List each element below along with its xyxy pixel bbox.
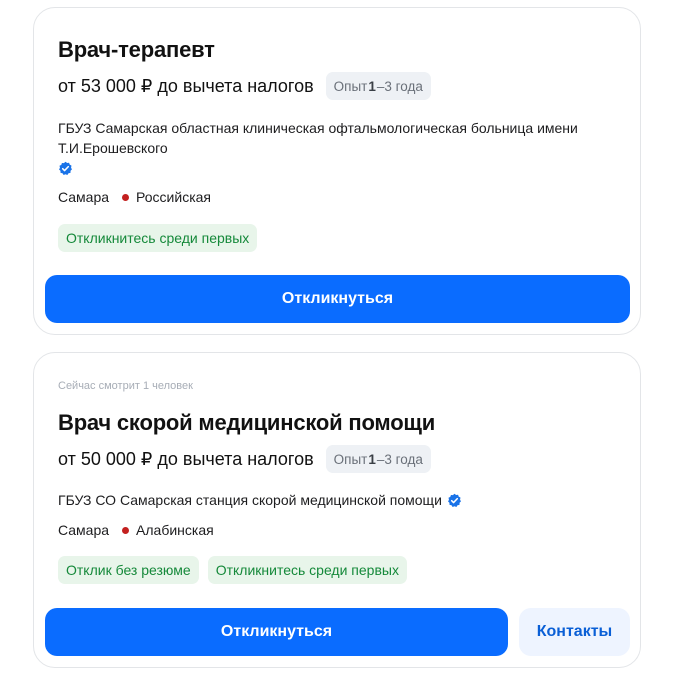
experience-suffix: –3 года bbox=[376, 78, 423, 94]
experience-value: 1 bbox=[368, 451, 376, 467]
vacancy-card[interactable]: Сейчас смотрит 1 человек Врач скорой мед… bbox=[33, 352, 641, 668]
salary: от 53 000 ₽ до вычета налогов bbox=[58, 75, 314, 96]
verified-badge bbox=[58, 160, 73, 178]
vacancy-card[interactable]: Врач-терапевт от 53 000 ₽ до вычета нало… bbox=[33, 7, 641, 335]
tag-no-resume: Отклик без резюме bbox=[58, 556, 199, 584]
salary: от 50 000 ₽ до вычета налогов bbox=[58, 448, 314, 469]
tags: Отклик без резюме Откликнитесь среди пер… bbox=[58, 556, 407, 584]
company-name[interactable]: ГБУЗ СО Самарская станция скорой медицин… bbox=[58, 490, 442, 510]
company-row: ГБУЗ СО Самарская станция скорой медицин… bbox=[58, 490, 462, 510]
metro-station: Алабинская bbox=[136, 522, 214, 538]
location: Самара Алабинская bbox=[58, 522, 214, 538]
location: Самара Российская bbox=[58, 189, 211, 205]
vacancy-title[interactable]: Врач скорой медицинской помощи bbox=[58, 410, 435, 436]
verified-check-icon bbox=[447, 493, 461, 507]
city: Самара bbox=[58, 522, 110, 538]
tags: Откликнитесь среди первых bbox=[58, 224, 258, 252]
respond-button[interactable]: Откликнуться bbox=[45, 275, 630, 323]
city: Самара bbox=[58, 189, 110, 205]
experience-suffix: –3 года bbox=[376, 451, 423, 467]
metro-line-icon bbox=[122, 526, 130, 534]
metro-line-icon bbox=[122, 193, 130, 201]
experience-value: 1 bbox=[368, 78, 376, 94]
experience-badge: Опыт 1 –3 года bbox=[325, 445, 431, 473]
salary-row: от 50 000 ₽ до вычета налогов Опыт 1 –3 г… bbox=[58, 445, 431, 473]
contacts-button[interactable]: Контакты bbox=[519, 608, 630, 656]
metro-station: Российская bbox=[136, 189, 211, 205]
verified-check-icon bbox=[59, 162, 72, 176]
tag-respond-first: Откликнитесь среди первых bbox=[207, 556, 407, 584]
salary-row: от 53 000 ₽ до вычета налогов Опыт 1 –3 г… bbox=[58, 72, 431, 100]
respond-button[interactable]: Откликнуться bbox=[45, 608, 508, 656]
experience-prefix: Опыт bbox=[333, 451, 368, 467]
viewers-count: Сейчас смотрит 1 человек bbox=[58, 380, 193, 392]
vacancy-title[interactable]: Врач-терапевт bbox=[58, 37, 215, 63]
company-name[interactable]: ГБУЗ Самарская областная клиническая офт… bbox=[58, 118, 628, 158]
tag-respond-first: Откликнитесь среди первых bbox=[58, 224, 258, 252]
experience-prefix: Опыт bbox=[333, 78, 368, 94]
experience-badge: Опыт 1 –3 года bbox=[325, 72, 431, 100]
